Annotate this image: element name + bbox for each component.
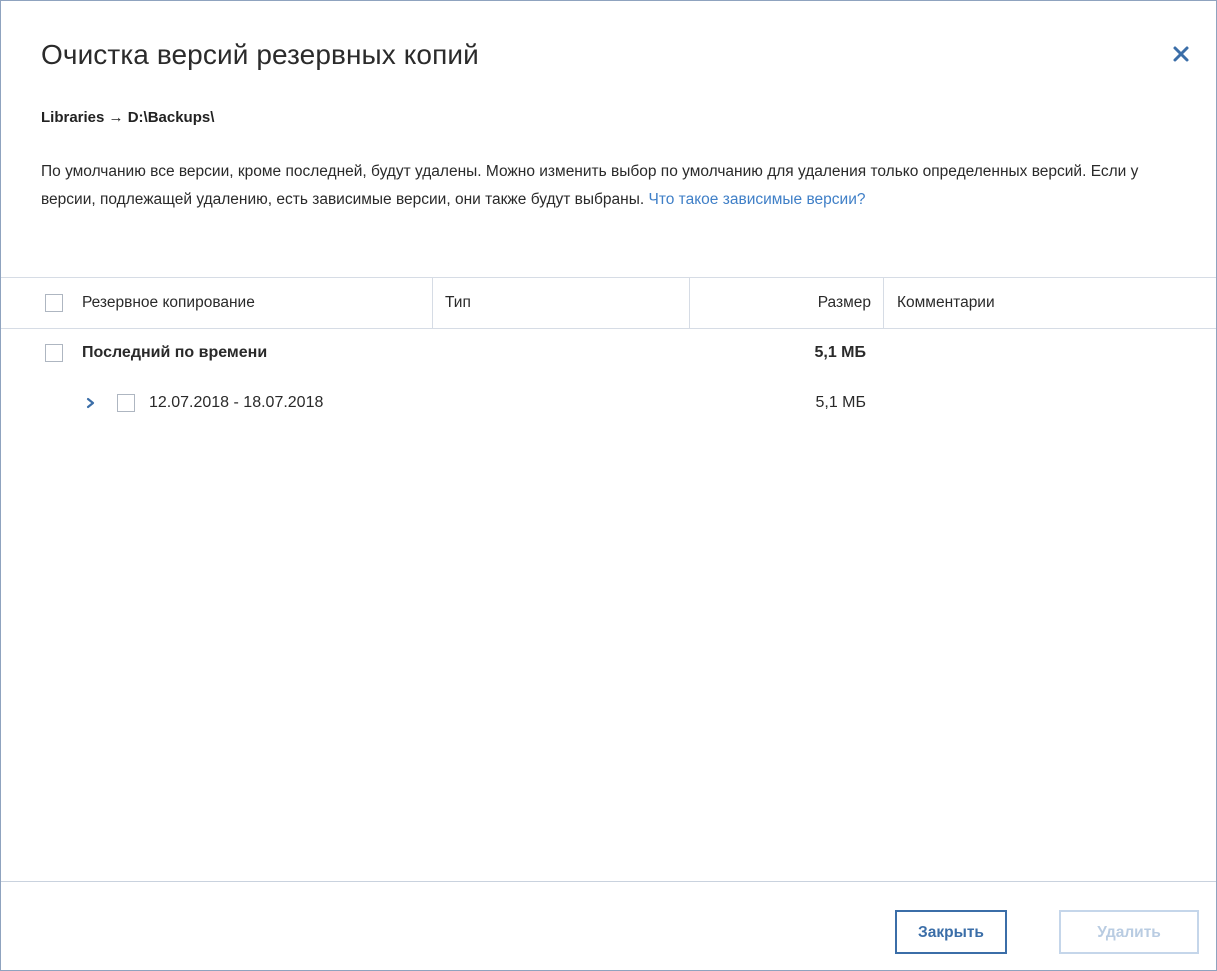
cleanup-dialog: Очистка версий резервных копий Libraries… bbox=[0, 0, 1217, 971]
select-all-checkbox[interactable] bbox=[45, 294, 63, 312]
column-header-comments[interactable]: Комментарии bbox=[897, 278, 995, 328]
row-size: 5,1 МБ bbox=[815, 394, 866, 411]
table-row[interactable]: 12.07.2018 - 18.07.2018 5,1 МБ bbox=[1, 379, 1216, 427]
delete-button[interactable]: Удалить bbox=[1059, 910, 1199, 954]
close-icon bbox=[1173, 46, 1189, 62]
row-label: Последний по времени bbox=[82, 344, 268, 361]
column-divider[interactable] bbox=[883, 278, 884, 328]
column-divider[interactable] bbox=[689, 278, 690, 328]
column-header-backup[interactable]: Резервное копирование bbox=[82, 278, 255, 328]
row-size: 5,1 МБ bbox=[814, 344, 866, 361]
expand-button[interactable] bbox=[83, 396, 97, 410]
close-button[interactable] bbox=[1167, 39, 1195, 67]
dialog-title: Очистка версий резервных копий bbox=[41, 39, 479, 70]
dialog-footer: Закрыть Удалить bbox=[1, 881, 1216, 970]
column-divider[interactable] bbox=[432, 278, 433, 328]
backup-path: Libraries → D:\Backups\ bbox=[41, 109, 215, 126]
column-header-size[interactable]: Размер bbox=[753, 278, 871, 328]
dependent-versions-link[interactable]: Что такое зависимые версии? bbox=[649, 191, 866, 208]
table-row[interactable]: Последний по времени 5,1 МБ bbox=[1, 329, 1216, 377]
description-text: По умолчанию все версии, кроме последней… bbox=[41, 158, 1181, 214]
table-header: Резервное копирование Тип Размер Коммент… bbox=[1, 277, 1216, 329]
column-header-type[interactable]: Тип bbox=[445, 278, 471, 328]
row-label: 12.07.2018 - 18.07.2018 bbox=[149, 394, 324, 411]
description-body: По умолчанию все версии, кроме последней… bbox=[41, 163, 1139, 208]
row-checkbox[interactable] bbox=[117, 394, 135, 412]
versions-table: Резервное копирование Тип Размер Коммент… bbox=[1, 277, 1216, 882]
close-dialog-button[interactable]: Закрыть bbox=[895, 910, 1007, 954]
chevron-right-icon bbox=[86, 397, 95, 409]
row-checkbox[interactable] bbox=[45, 344, 63, 362]
